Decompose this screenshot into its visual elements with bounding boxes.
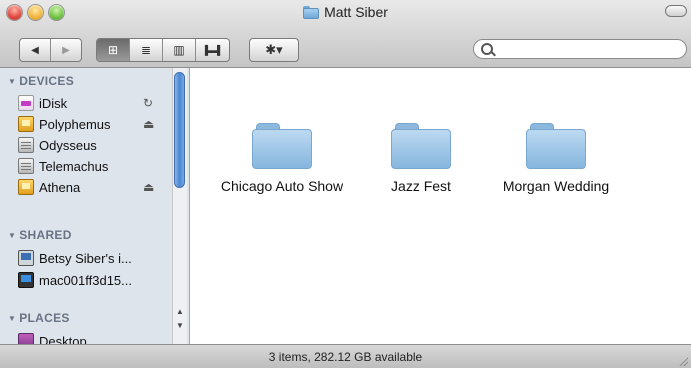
server-icon bbox=[18, 137, 34, 153]
list-view-button[interactable]: ≣ bbox=[130, 39, 163, 61]
sidebar-header-shared[interactable]: ▼ SHARED bbox=[8, 228, 72, 242]
search-field[interactable] bbox=[473, 39, 687, 59]
status-text: 3 items, 282.12 GB available bbox=[268, 350, 423, 364]
folder-label: Jazz Fest bbox=[391, 178, 451, 194]
scroll-down-arrow-icon[interactable]: ▼ bbox=[174, 320, 186, 332]
sidebar-item-label: mac001ff3d15... bbox=[39, 272, 132, 288]
search-input[interactable] bbox=[496, 41, 680, 59]
disclosure-triangle-icon: ▼ bbox=[8, 314, 17, 323]
view-switcher: ⊞ ≣ ▥ ▐▬▌ bbox=[96, 38, 230, 62]
column-view-icon: ▥ bbox=[173, 43, 185, 57]
sidebar-header-devices[interactable]: ▼ DEVICES bbox=[8, 74, 74, 88]
forward-arrow-icon: ▶ bbox=[62, 44, 70, 56]
column-view-button[interactable]: ▥ bbox=[163, 39, 196, 61]
sidebar-item-label: Betsy Siber's i... bbox=[39, 250, 132, 266]
window-title: Matt Siber bbox=[0, 4, 691, 20]
cover-flow-button[interactable]: ▐▬▌ bbox=[196, 39, 229, 61]
sidebar-item-athena[interactable]: Athena bbox=[18, 177, 80, 197]
sidebar-item-label: Polyphemus bbox=[39, 116, 111, 132]
folder-item-morgan-wedding[interactable]: Morgan Wedding bbox=[486, 123, 626, 194]
folder-item-chicago-auto-show[interactable]: Chicago Auto Show bbox=[212, 123, 352, 194]
toolbar-area: Matt Siber ◀ ▶ ⊞ ≣ ▥ ▐▬▌ ✱▾ bbox=[0, 0, 691, 68]
list-view-icon: ≣ bbox=[140, 43, 152, 57]
idisk-icon bbox=[18, 95, 34, 111]
back-button[interactable]: ◀ bbox=[20, 39, 51, 61]
sidebar-scrollbar[interactable]: ▲ ▼ bbox=[172, 68, 187, 344]
action-menu-button[interactable]: ✱▾ bbox=[250, 39, 298, 61]
forward-button[interactable]: ▶ bbox=[51, 39, 81, 61]
sync-icon: ↻ bbox=[143, 96, 154, 110]
server-icon bbox=[18, 158, 34, 174]
sidebar-item-telemachus[interactable]: Telemachus bbox=[18, 156, 108, 176]
cover-flow-icon: ▐▬▌ bbox=[201, 45, 224, 55]
icon-view-button[interactable]: ⊞ bbox=[97, 39, 130, 61]
external-drive-icon bbox=[18, 116, 34, 132]
mac-icon bbox=[18, 272, 34, 288]
sidebar-item-mac001[interactable]: mac001ff3d15... bbox=[18, 270, 132, 290]
sidebar-item-label: iDisk bbox=[39, 95, 68, 111]
folder-label: Chicago Auto Show bbox=[220, 178, 344, 194]
folder-icon bbox=[303, 5, 320, 19]
folder-icon bbox=[526, 123, 586, 169]
finder-window: Matt Siber ◀ ▶ ⊞ ≣ ▥ ▐▬▌ ✱▾ ▼ DEVICES iD… bbox=[0, 0, 691, 368]
sidebar-header-places[interactable]: ▼ PLACES bbox=[8, 311, 70, 325]
folder-item-jazz-fest[interactable]: Jazz Fest bbox=[351, 123, 491, 194]
sidebar-item-odysseus[interactable]: Odysseus bbox=[18, 135, 97, 155]
disclosure-triangle-icon: ▼ bbox=[8, 231, 17, 240]
back-forward-group: ◀ ▶ bbox=[19, 38, 82, 62]
scrollbar-thumb[interactable] bbox=[174, 72, 185, 188]
window-title-text: Matt Siber bbox=[324, 4, 388, 20]
sidebar-item-label: Telemachus bbox=[39, 158, 109, 174]
folder-icon bbox=[252, 123, 312, 169]
desktop-icon bbox=[18, 333, 34, 344]
icon-view-icon: ⊞ bbox=[107, 43, 119, 57]
search-icon bbox=[481, 43, 493, 55]
sidebar-item-label: Desktop bbox=[39, 333, 87, 345]
toolbar-toggle-button[interactable] bbox=[665, 5, 687, 17]
scroll-up-arrow-icon[interactable]: ▲ bbox=[174, 306, 186, 318]
disclosure-triangle-icon: ▼ bbox=[8, 77, 17, 86]
resize-grip-icon[interactable] bbox=[678, 356, 688, 366]
sidebar: ▼ DEVICES iDisk ↻ Polyphemus ⏏ Odysseus T… bbox=[0, 68, 190, 344]
sidebar-item-desktop[interactable]: Desktop bbox=[18, 331, 87, 344]
file-browser-area[interactable]: Chicago Auto Show Jazz Fest Morgan Weddi… bbox=[190, 68, 691, 344]
imac-icon bbox=[18, 250, 34, 266]
action-menu-group: ✱▾ bbox=[249, 38, 299, 62]
folder-label: Morgan Wedding bbox=[502, 178, 610, 194]
sidebar-item-label: Athena bbox=[39, 179, 81, 195]
sidebar-item-idisk[interactable]: iDisk bbox=[18, 93, 67, 113]
external-drive-icon bbox=[18, 179, 34, 195]
status-bar: 3 items, 282.12 GB available bbox=[0, 344, 691, 368]
gear-icon: ✱▾ bbox=[265, 42, 283, 57]
back-arrow-icon: ◀ bbox=[31, 44, 39, 56]
eject-icon[interactable]: ⏏ bbox=[143, 117, 154, 131]
sidebar-item-label: Odysseus bbox=[39, 137, 97, 153]
sidebar-item-polyphemus[interactable]: Polyphemus bbox=[18, 114, 111, 134]
folder-icon bbox=[391, 123, 451, 169]
sidebar-item-betsy-imac[interactable]: Betsy Siber's i... bbox=[18, 248, 132, 268]
eject-icon[interactable]: ⏏ bbox=[143, 180, 154, 194]
